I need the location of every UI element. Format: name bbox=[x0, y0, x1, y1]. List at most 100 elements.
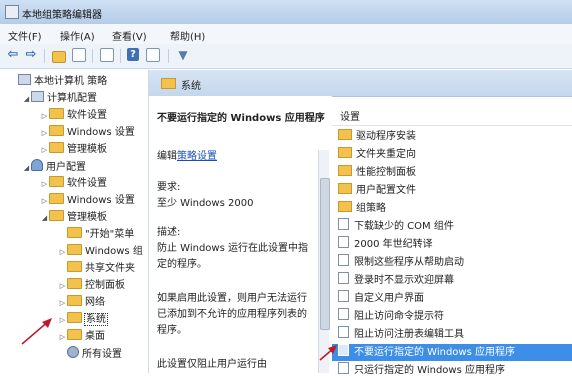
policy-setting-icon bbox=[338, 290, 349, 302]
folder-icon bbox=[338, 147, 352, 158]
tree-item-local-policy[interactable]: 本地计算机 策略 bbox=[18, 74, 107, 88]
menu-view[interactable]: 查看(V) bbox=[112, 28, 147, 43]
app-icon bbox=[5, 5, 19, 19]
collapsed-arrow-icon[interactable]: ▷ bbox=[58, 279, 67, 293]
export-list-icon[interactable] bbox=[100, 48, 114, 62]
policy-icon bbox=[18, 74, 31, 85]
folder-icon bbox=[338, 129, 352, 140]
collapsed-arrow-icon[interactable]: ▷ bbox=[40, 194, 49, 208]
collapsed-arrow-icon[interactable]: ▷ bbox=[58, 296, 67, 310]
list-item[interactable]: 限制这些程序从帮助启动 bbox=[332, 254, 572, 271]
note-line-3: 程序。 bbox=[157, 325, 187, 336]
menu-action[interactable]: 操作(A) bbox=[60, 28, 95, 43]
menu-bar: 文件(F) 操作(A) 查看(V) 帮助(H) bbox=[0, 24, 572, 45]
tree-item-desktop[interactable]: ▷ 桌面 bbox=[58, 329, 105, 343]
collapsed-arrow-icon[interactable]: ▷ bbox=[40, 177, 49, 191]
up-folder-icon[interactable] bbox=[52, 51, 66, 63]
list-item[interactable]: 登录时不显示欢迎屏幕 bbox=[332, 272, 572, 289]
properties-icon[interactable] bbox=[146, 48, 160, 62]
tree-item-windows-settings[interactable]: ▷ Windows 设置 bbox=[40, 125, 135, 139]
folder-icon bbox=[67, 227, 82, 238]
back-arrow-icon[interactable]: ⇦ bbox=[6, 48, 20, 62]
toolbar-separator bbox=[120, 49, 121, 63]
policy-setting-icon bbox=[338, 218, 349, 230]
policy-title: 不要运行指定的 Windows 应用程序 bbox=[157, 113, 325, 124]
tree-item-windows-components[interactable]: ▷ Windows 组 bbox=[58, 244, 143, 258]
pane-header: 系统 bbox=[149, 70, 572, 97]
all-settings-icon bbox=[67, 346, 79, 358]
description-label: 描述: bbox=[157, 227, 181, 238]
policy-setting-icon bbox=[338, 236, 349, 248]
folder-icon bbox=[67, 261, 82, 272]
list-item[interactable]: 用户配置文件 bbox=[332, 182, 572, 199]
expanded-arrow-icon[interactable]: ◢ bbox=[40, 211, 49, 225]
list-item[interactable]: 性能控制面板 bbox=[332, 164, 572, 181]
tree-item-system[interactable]: ▷ 系统 bbox=[58, 312, 108, 327]
tree-item-admin-templates[interactable]: ◢ 管理模板 bbox=[40, 210, 107, 224]
tree-item-all-settings[interactable]: 所有设置 bbox=[58, 346, 122, 360]
list-item-selected[interactable]: 不要运行指定的 Windows 应用程序 bbox=[332, 344, 572, 361]
menu-file[interactable]: 文件(F) bbox=[8, 28, 42, 43]
policy-setting-icon bbox=[338, 308, 349, 320]
tree-item-start-menu[interactable]: "开始"菜单 bbox=[58, 227, 134, 241]
tree-item-admin-templates[interactable]: ▷ 管理模板 bbox=[40, 142, 107, 156]
folder-icon bbox=[67, 312, 82, 323]
note-line-1: 如果启用此设置，则用户无法运行 bbox=[157, 293, 307, 304]
list-item[interactable]: 文件夹重定向 bbox=[332, 146, 572, 163]
note-line-2: 已添加到不允许的应用程序列表的 bbox=[157, 309, 307, 320]
folder-icon bbox=[338, 183, 352, 194]
show-hide-tree-icon[interactable] bbox=[72, 48, 86, 62]
collapsed-arrow-icon[interactable]: ▷ bbox=[58, 313, 67, 327]
menu-help[interactable]: 帮助(H) bbox=[170, 28, 205, 43]
collapsed-arrow-icon[interactable]: ▷ bbox=[58, 245, 67, 259]
column-header-settings[interactable]: 设置 bbox=[332, 110, 572, 126]
tree-item-user-config[interactable]: ◢ 用户配置 bbox=[22, 159, 86, 173]
policy-setting-icon bbox=[338, 326, 349, 338]
toolbar-separator bbox=[92, 49, 93, 63]
list-item[interactable]: 下载缺少的 COM 组件 bbox=[332, 218, 572, 235]
annotation-arrow-list bbox=[319, 345, 337, 361]
collapsed-arrow-icon[interactable]: ▷ bbox=[40, 109, 49, 123]
list-item[interactable]: 阻止访问注册表编辑工具 bbox=[332, 326, 572, 343]
collapsed-arrow-icon[interactable]: ▷ bbox=[58, 330, 67, 344]
tree-item-software-settings[interactable]: ▷ 软件设置 bbox=[40, 176, 107, 190]
expanded-arrow-icon[interactable]: ◢ bbox=[22, 161, 31, 175]
pane-title: 系统 bbox=[181, 81, 201, 92]
window-title: 本地组策略编辑器 bbox=[22, 10, 102, 21]
description-panel: 不要运行指定的 Windows 应用程序 编辑策略设置 要求: 至少 Windo… bbox=[149, 96, 332, 373]
list-item[interactable]: 组策略 bbox=[332, 200, 572, 217]
policy-setting-icon bbox=[338, 254, 349, 266]
tree-item-windows-settings[interactable]: ▷ Windows 设置 bbox=[40, 193, 135, 207]
filter-icon[interactable]: ▼ bbox=[176, 48, 190, 62]
collapsed-arrow-icon[interactable]: ▷ bbox=[40, 143, 49, 157]
policy-settings-link[interactable]: 策略设置 bbox=[177, 151, 217, 162]
description-scrollbar[interactable] bbox=[318, 150, 330, 373]
list-item[interactable]: 只运行指定的 Windows 应用程序 bbox=[332, 362, 572, 379]
list-item[interactable]: 阻止访问命令提示符 bbox=[332, 308, 572, 325]
tree-item-software-settings[interactable]: ▷ 软件设置 bbox=[40, 108, 107, 122]
list-item[interactable]: 自定义用户界面 bbox=[332, 290, 572, 307]
forward-arrow-icon[interactable]: ⇨ bbox=[24, 48, 38, 62]
scrollbar-thumb[interactable] bbox=[320, 178, 330, 330]
annotation-arrow-tree bbox=[21, 318, 52, 345]
list-item[interactable]: 驱动程序安装 bbox=[332, 128, 572, 145]
toolbar: ⇦ ⇨ ? ▼ bbox=[0, 44, 572, 69]
user-icon bbox=[31, 159, 43, 171]
list-item[interactable]: 2000 年世纪转译 bbox=[332, 236, 572, 253]
tree-item-shared-folders[interactable]: 共享文件夹 bbox=[58, 261, 135, 275]
tree-item-network[interactable]: ▷ 网络 bbox=[58, 295, 105, 309]
folder-icon bbox=[49, 125, 64, 136]
expanded-arrow-icon[interactable]: ◢ bbox=[22, 92, 31, 106]
help-icon[interactable]: ? bbox=[127, 48, 139, 61]
tree-item-control-panel[interactable]: ▷ 控制面板 bbox=[58, 278, 125, 292]
folder-icon bbox=[49, 193, 64, 204]
folder-icon bbox=[161, 78, 176, 89]
folder-icon bbox=[49, 108, 64, 119]
note-line-4: 此设置仅阻止用户运行由 bbox=[157, 359, 267, 370]
collapsed-arrow-icon[interactable]: ▷ bbox=[40, 126, 49, 140]
folder-icon bbox=[49, 210, 64, 221]
tree-item-computer-config[interactable]: ◢ 计算机配置 bbox=[22, 91, 97, 105]
edit-policy-line: 编辑策略设置 bbox=[157, 150, 217, 164]
settings-list: 设置 驱动程序安装 文件夹重定向 性能控制面板 用户配置文件 组策略 下载缺少的… bbox=[332, 110, 572, 376]
folder-icon bbox=[338, 201, 352, 212]
